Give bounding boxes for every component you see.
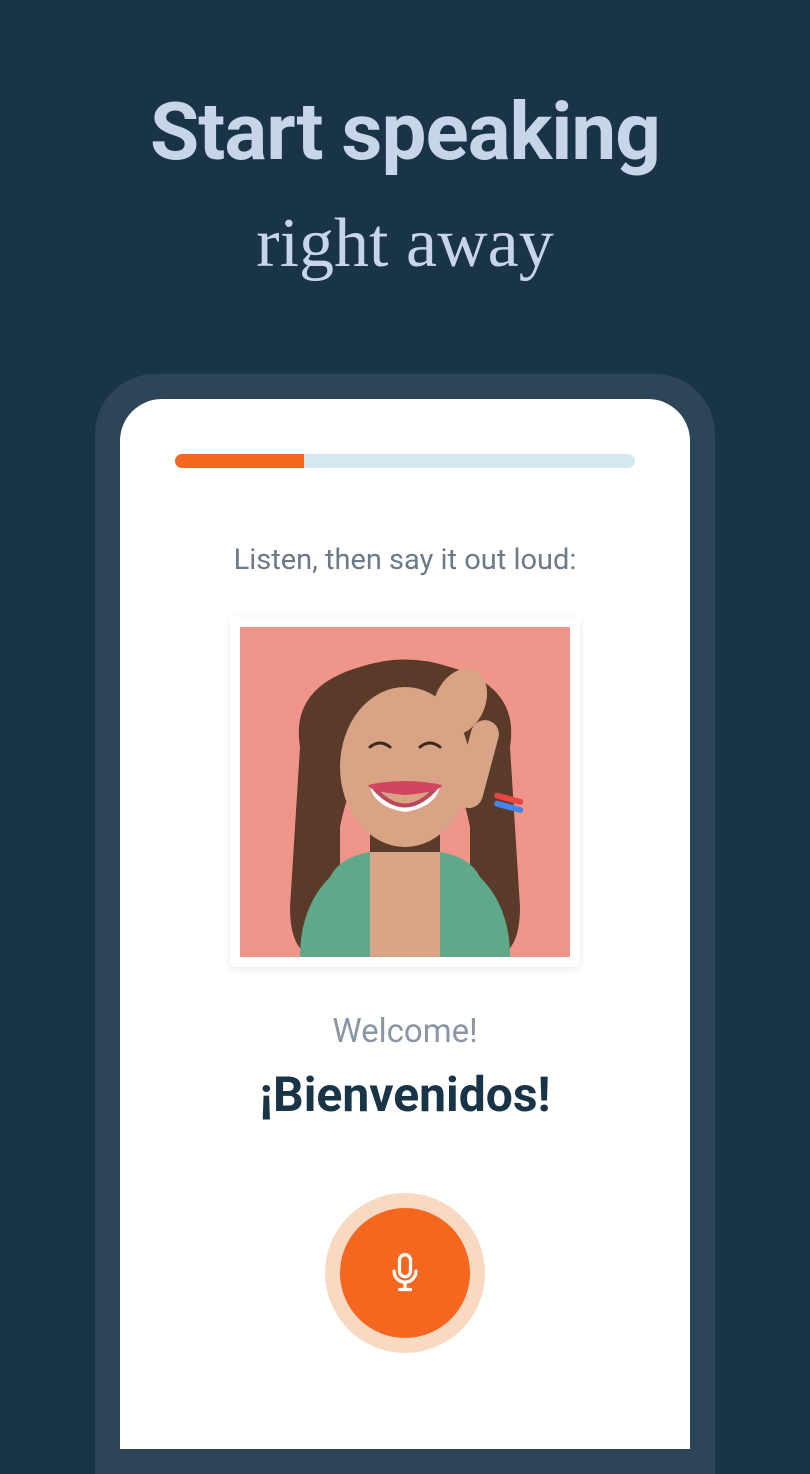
phone-mockup: Listen, then say it out loud: [95,374,715,1474]
instruction-text: Listen, then say it out loud: [234,543,577,577]
translation-text: Welcome! [332,1012,477,1051]
microphone-icon [383,1251,427,1295]
microphone-button[interactable] [340,1208,470,1338]
mic-button-outer-ring [325,1193,485,1353]
lesson-image-card [230,617,580,967]
lesson-image [240,627,570,957]
lesson-progress-fill [175,454,304,468]
promo-headline: Start speaking right away [150,85,660,284]
headline-serif-text: right away [150,204,660,284]
headline-bold-text: Start speaking [150,85,660,179]
phone-frame: Listen, then say it out loud: [95,374,715,1474]
phone-screen: Listen, then say it out loud: [120,399,690,1449]
target-phrase-text: ¡Bienvenidos! [259,1066,550,1123]
lesson-progress-bar [175,454,635,468]
